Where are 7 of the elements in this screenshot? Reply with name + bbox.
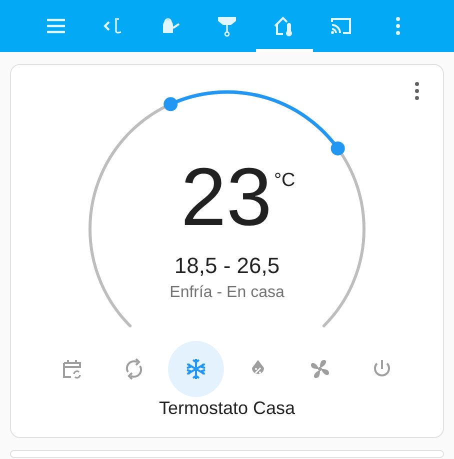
low-setpoint-handle[interactable] [164, 97, 178, 112]
target-range: 18,5 - 26,5 [174, 253, 280, 280]
thermostat-name: Termostato Casa [158, 397, 296, 420]
hvac-status: Enfría - En casa [170, 283, 284, 304]
current-temperature: 23 [180, 157, 272, 239]
temperature-unit: °C [274, 169, 296, 193]
high-setpoint-handle[interactable] [330, 141, 345, 156]
